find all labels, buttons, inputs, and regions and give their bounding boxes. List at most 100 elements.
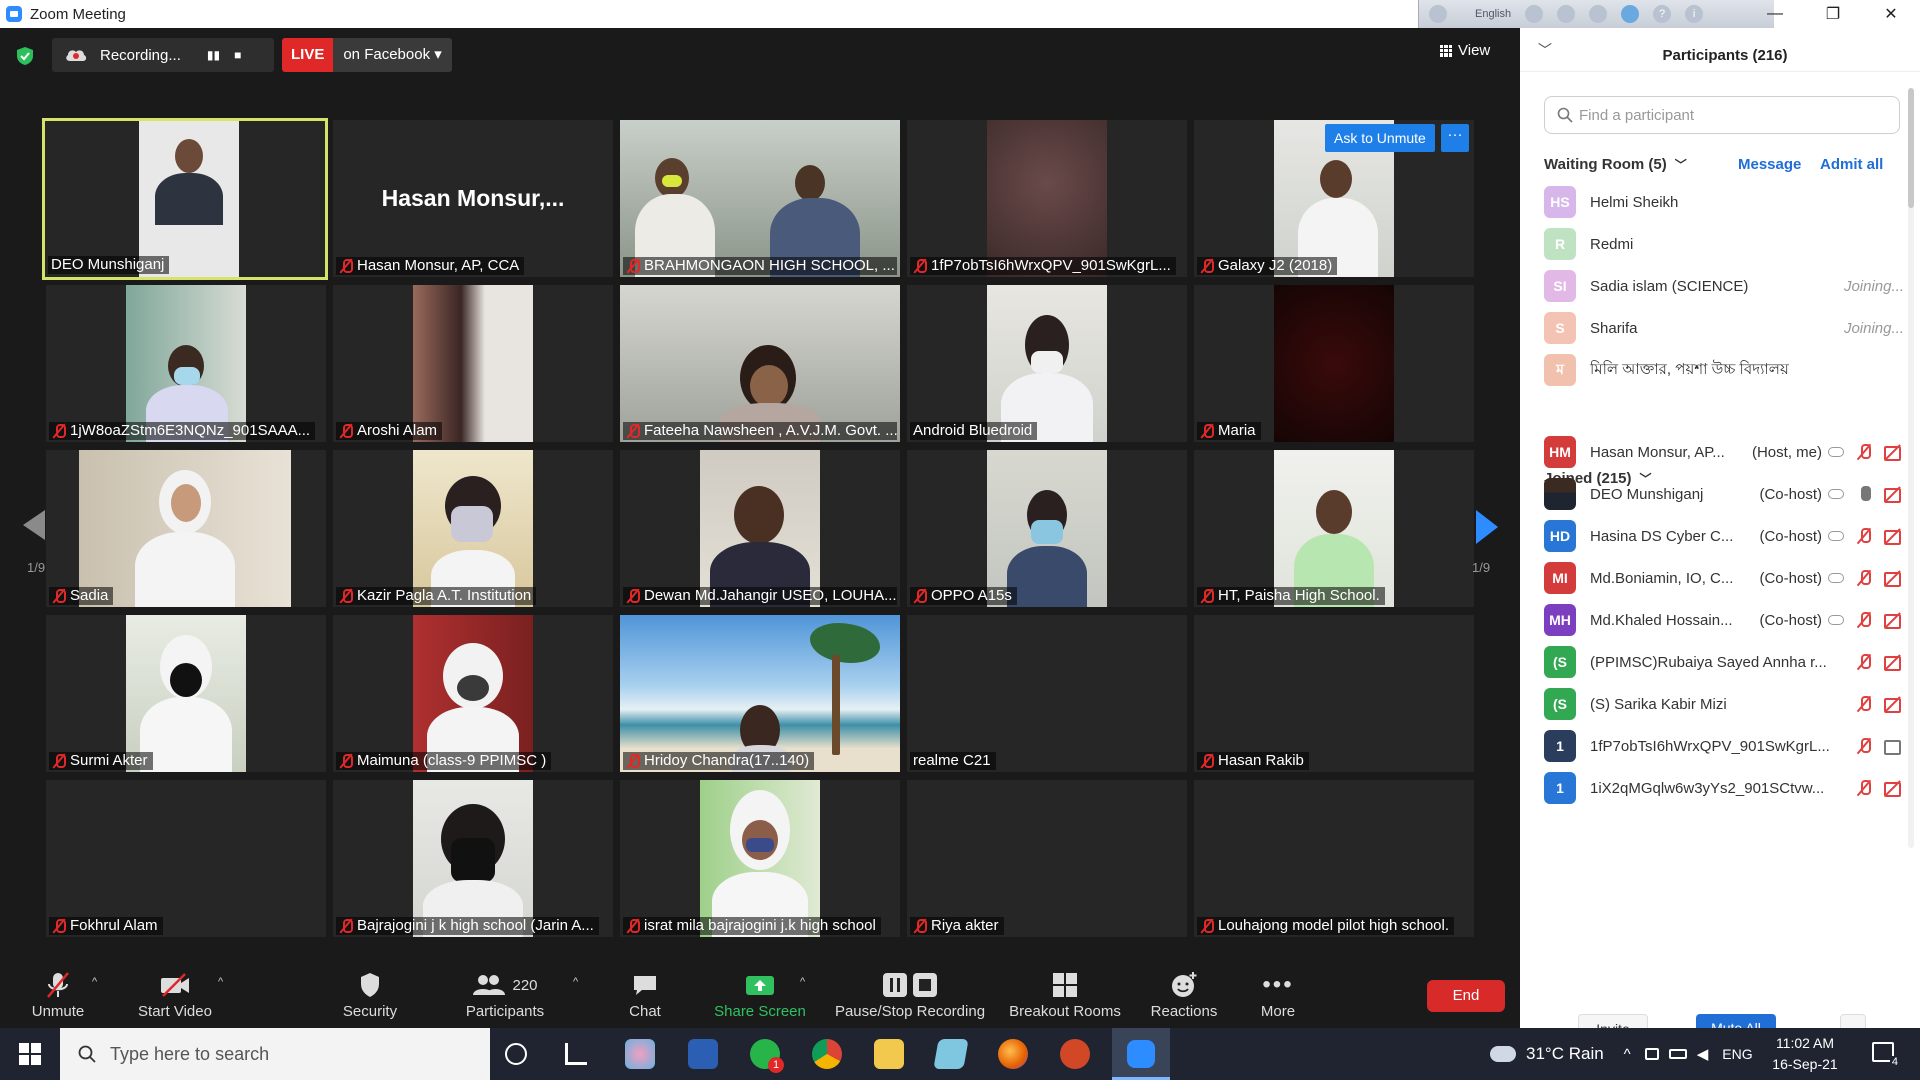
mic-muted-icon[interactable] bbox=[1856, 695, 1872, 713]
video-tile[interactable]: israt mila bajrajogini j.k high school bbox=[620, 780, 900, 937]
firefox-app-icon[interactable] bbox=[998, 1039, 1028, 1069]
mic-muted-icon[interactable] bbox=[1856, 443, 1872, 461]
ask-to-unmute-button[interactable]: Ask to Unmute bbox=[1325, 124, 1435, 152]
mic-muted-icon[interactable] bbox=[1856, 737, 1872, 755]
joined-participant-row[interactable]: (S (S) Sarika Kabir Mizi bbox=[1544, 684, 1904, 724]
notepad-app-icon[interactable] bbox=[933, 1039, 969, 1069]
overlay-help-icon[interactable]: ? bbox=[1653, 5, 1672, 23]
overlay-cloud-icon[interactable] bbox=[1525, 5, 1544, 23]
participants-options-chevron-icon[interactable]: ^ bbox=[573, 976, 578, 988]
chat-button[interactable]: Chat bbox=[615, 968, 675, 1028]
security-shield-icon[interactable] bbox=[15, 46, 35, 66]
close-button[interactable]: ✕ bbox=[1862, 0, 1920, 28]
mic-icon[interactable] bbox=[1856, 485, 1872, 503]
audio-options-chevron-icon[interactable]: ^ bbox=[92, 976, 97, 988]
joined-participant-row[interactable]: DEO Munshiganj (Co-host) bbox=[1544, 474, 1904, 514]
pause-stop-recording-button[interactable]: Pause/Stop Recording bbox=[830, 968, 990, 1028]
admit-all-link[interactable]: Admit all bbox=[1820, 156, 1883, 173]
overlay-user-icon[interactable] bbox=[1557, 5, 1576, 23]
video-tile[interactable]: Maimuna (class-9 PPIMSC ) bbox=[333, 615, 613, 772]
video-tile[interactable]: OPPO A15s bbox=[907, 450, 1187, 607]
unmute-button[interactable]: Unmute bbox=[28, 968, 88, 1028]
network-icon[interactable] bbox=[1644, 1048, 1659, 1060]
tile-more-options-button[interactable]: ··· bbox=[1441, 124, 1469, 152]
stop-recording-button[interactable]: ■ bbox=[234, 48, 241, 62]
live-stream-indicator[interactable]: LIVE on Facebook ▾ bbox=[282, 38, 452, 72]
participants-scrollbar[interactable] bbox=[1908, 88, 1914, 848]
overlay-language[interactable]: English bbox=[1475, 8, 1511, 20]
video-tile[interactable]: Fateeha Nawsheen , A.V.J.M. Govt. ... bbox=[620, 285, 900, 442]
participants-button[interactable]: 220 Participants bbox=[460, 968, 550, 1028]
joined-participant-row[interactable]: MI Md.Boniamin, IO, C... (Co-host) bbox=[1544, 558, 1904, 598]
video-options-chevron-icon[interactable]: ^ bbox=[218, 976, 223, 988]
video-tile[interactable]: Hasan Rakib bbox=[1194, 615, 1474, 772]
view-button[interactable]: View bbox=[1440, 42, 1490, 59]
start-video-button[interactable]: Start Video bbox=[135, 968, 215, 1028]
previous-page-arrow-icon[interactable] bbox=[23, 510, 45, 540]
task-view-icon[interactable] bbox=[505, 1043, 527, 1065]
waiting-participant-row[interactable]: R Redmi bbox=[1544, 224, 1904, 264]
video-off-icon[interactable] bbox=[1884, 655, 1904, 671]
video-off-icon[interactable] bbox=[1884, 613, 1904, 629]
joined-participant-row[interactable]: 1 1fP7obTsI6hWrxQPV_901SwKgrL... bbox=[1544, 726, 1904, 766]
video-tile[interactable]: realme C21 bbox=[907, 615, 1187, 772]
mic-muted-icon[interactable] bbox=[1856, 527, 1872, 545]
video-tile[interactable]: Louhajong model pilot high school. bbox=[1194, 780, 1474, 937]
joined-participant-row[interactable]: HD Hasina DS Cyber C... (Co-host) bbox=[1544, 516, 1904, 556]
share-screen-button[interactable]: Share Screen bbox=[710, 968, 810, 1028]
notification-center-icon[interactable]: 4 bbox=[1872, 1042, 1900, 1068]
joined-participant-row[interactable]: 1 1iX2qMGqlw6w3yYs2_901SCtvw... bbox=[1544, 768, 1904, 808]
end-meeting-button[interactable]: End bbox=[1427, 980, 1505, 1012]
joined-participant-row[interactable]: MH Md.Khaled Hossain... (Co-host) bbox=[1544, 600, 1904, 640]
video-tile[interactable]: Hasan Monsur,... Hasan Monsur, AP, CCA bbox=[333, 120, 613, 277]
share-options-chevron-icon[interactable]: ^ bbox=[800, 976, 805, 988]
taskbar-search-input[interactable]: Type here to search bbox=[60, 1028, 490, 1080]
video-off-icon[interactable] bbox=[1884, 487, 1904, 503]
overlay-edge-icon[interactable] bbox=[1621, 5, 1640, 23]
video-tile[interactable]: Sadia bbox=[46, 450, 326, 607]
pause-recording-button[interactable]: ▮▮ bbox=[207, 48, 220, 62]
file-explorer-icon[interactable] bbox=[874, 1039, 904, 1069]
overlay-info-icon[interactable]: i bbox=[1685, 5, 1704, 23]
joined-participant-row[interactable]: (S (PPIMSC)Rubaiya Sayed Annha r... bbox=[1544, 642, 1904, 682]
more-button[interactable]: ••• More bbox=[1248, 968, 1308, 1028]
video-tile[interactable]: Kazir Pagla A.T. Institution bbox=[333, 450, 613, 607]
video-tile[interactable]: DEO Munshiganj bbox=[42, 118, 328, 280]
video-tile[interactable]: Aroshi Alam bbox=[333, 285, 613, 442]
word-app-icon[interactable] bbox=[688, 1039, 718, 1069]
task-manager-icon[interactable] bbox=[565, 1043, 587, 1065]
weather-label[interactable]: 31°C Rain bbox=[1526, 1044, 1604, 1064]
mic-muted-icon[interactable] bbox=[1856, 779, 1872, 797]
waiting-room-section-header[interactable]: Waiting Room (5) ﹀ bbox=[1544, 156, 1687, 173]
live-destination-dropdown[interactable]: on Facebook ▾ bbox=[333, 38, 452, 72]
waiting-participant-row[interactable]: HS Helmi Sheikh bbox=[1544, 182, 1904, 222]
battery-icon[interactable] bbox=[1668, 1049, 1687, 1059]
video-tile[interactable]: 1fP7obTsI6hWrxQPV_901SwKgrL... bbox=[907, 120, 1187, 277]
language-indicator[interactable]: ENG bbox=[1722, 1046, 1752, 1062]
video-icon[interactable] bbox=[1884, 739, 1904, 755]
video-tile[interactable]: BRAHMONGAON HIGH SCHOOL, ... bbox=[620, 120, 900, 277]
find-participant-input[interactable]: Find a participant bbox=[1544, 96, 1900, 134]
joined-participant-row[interactable]: HM Hasan Monsur, AP... (Host, me) bbox=[1544, 432, 1904, 472]
paint-app-icon[interactable] bbox=[625, 1039, 655, 1069]
video-tile[interactable]: Android Bluedroid bbox=[907, 285, 1187, 442]
video-tile[interactable]: Fokhrul Alam bbox=[46, 780, 326, 937]
video-off-icon[interactable] bbox=[1884, 781, 1904, 797]
whatsapp-app-icon[interactable]: 1 bbox=[750, 1039, 784, 1073]
next-page-arrow-icon[interactable] bbox=[1476, 510, 1498, 544]
tray-chevron-icon[interactable]: ^ bbox=[1624, 1046, 1631, 1063]
video-off-icon[interactable] bbox=[1884, 529, 1904, 545]
video-tile[interactable]: Maria bbox=[1194, 285, 1474, 442]
chrome-app-icon[interactable] bbox=[812, 1039, 842, 1069]
video-off-icon[interactable] bbox=[1884, 697, 1904, 713]
windows-start-icon[interactable] bbox=[19, 1043, 41, 1065]
powerpoint-app-icon[interactable] bbox=[1060, 1039, 1090, 1069]
mic-muted-icon[interactable] bbox=[1856, 569, 1872, 587]
mic-muted-icon[interactable] bbox=[1856, 611, 1872, 629]
video-tile[interactable]: Bajrajogini j k high school (Jarin A... bbox=[333, 780, 613, 937]
video-off-icon[interactable] bbox=[1884, 571, 1904, 587]
message-waiting-room-link[interactable]: Message bbox=[1738, 156, 1801, 173]
clock[interactable]: 11:02 AM 16-Sep-21 bbox=[1760, 1033, 1850, 1075]
video-tile[interactable]: Dewan Md.Jahangir USEO, LOUHA... bbox=[620, 450, 900, 607]
minimize-button[interactable]: — bbox=[1746, 0, 1804, 28]
